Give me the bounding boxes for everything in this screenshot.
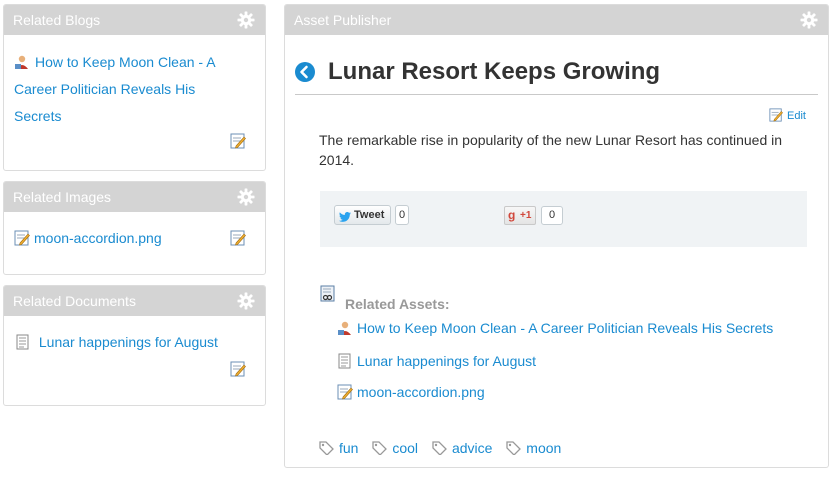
tweet-count: 0 — [395, 205, 409, 225]
tag-icon — [506, 441, 522, 456]
related-blogs-title: Related Blogs — [13, 12, 101, 28]
blog-entry-link[interactable]: How to Keep Moon Clean - A Career Politi… — [14, 54, 215, 124]
gplus-count: 0 — [541, 206, 563, 225]
article-summary: The remarkable rise in popularity of the… — [319, 132, 783, 168]
related-asset-item: Lunar happenings for August — [337, 352, 536, 370]
article-title-bar: Lunar Resort Keeps Growing — [295, 55, 818, 95]
document-entry: Lunar happenings for August — [15, 333, 218, 351]
related-asset-item: moon-accordion.png — [337, 383, 485, 401]
related-documents-header: Related Documents — [4, 286, 265, 316]
tag-item: cool — [372, 439, 418, 457]
tag-link[interactable]: advice — [452, 440, 492, 456]
tag-icon — [319, 441, 334, 456]
related-asset-link[interactable]: How to Keep Moon Clean - A Career Politi… — [357, 320, 773, 336]
related-asset-link[interactable]: Lunar happenings for August — [357, 353, 536, 369]
gear-icon[interactable] — [237, 292, 255, 310]
image-entry: moon-accordion.png — [14, 229, 162, 247]
blog-icon — [337, 320, 353, 336]
gplus-label: +1 — [520, 210, 532, 221]
related-blogs-portlet: Related Blogs How to Keep Moon Clean - A… — [3, 4, 266, 171]
tag-list: fun cool advice moon — [319, 439, 571, 457]
gear-icon[interactable] — [237, 188, 255, 206]
tag-item: moon — [506, 439, 561, 457]
related-images-header: Related Images — [4, 182, 265, 212]
blog-entry: How to Keep Moon Clean - A Career Politi… — [14, 49, 239, 130]
gear-icon[interactable] — [237, 11, 255, 29]
asset-publisher-title: Asset Publisher — [294, 12, 392, 28]
tag-icon — [372, 441, 388, 456]
edit-label: Edit — [787, 110, 806, 122]
tag-link[interactable]: fun — [339, 440, 358, 456]
google-plus-button[interactable]: g +1 — [504, 206, 536, 225]
document-entry-link[interactable]: Lunar happenings for August — [39, 334, 218, 350]
related-asset-item: How to Keep Moon Clean - A Career Politi… — [337, 319, 773, 337]
document-icon — [15, 334, 31, 350]
edit-icon[interactable] — [230, 230, 246, 246]
tag-item: advice — [432, 439, 492, 457]
asset-publisher-portlet: Asset Publisher Lunar Resort Keeps Growi… — [284, 4, 829, 468]
tag-icon — [432, 441, 447, 456]
document-icon — [337, 353, 353, 369]
edit-article-link[interactable]: Edit — [769, 108, 806, 122]
social-bookmarks: Tweet 0 g +1 0 — [320, 191, 807, 247]
related-blogs-header: Related Blogs — [4, 5, 265, 35]
google-g-icon: g — [508, 208, 516, 222]
gear-icon[interactable] — [800, 11, 818, 29]
tag-link[interactable]: moon — [526, 440, 561, 456]
image-edit-icon — [14, 230, 30, 246]
related-images-title: Related Images — [13, 189, 112, 205]
article-title: Lunar Resort Keeps Growing — [328, 58, 661, 85]
edit-icon[interactable] — [230, 133, 246, 149]
twitter-bird-icon — [339, 210, 351, 222]
related-assets-label: Related Assets: — [345, 296, 450, 312]
image-entry-link[interactable]: moon-accordion.png — [34, 230, 162, 246]
image-edit-icon — [337, 384, 353, 400]
related-images-portlet: Related Images moon-accordion.png — [3, 181, 266, 275]
tag-link[interactable]: cool — [392, 440, 418, 456]
related-asset-link[interactable]: moon-accordion.png — [357, 384, 485, 400]
blog-icon — [14, 52, 30, 69]
related-documents-title: Related Documents — [13, 293, 136, 309]
tag-item: fun — [319, 439, 358, 457]
related-documents-portlet: Related Documents Lunar happenings for A… — [3, 285, 266, 406]
back-arrow-icon[interactable] — [295, 62, 315, 82]
edit-icon — [769, 108, 783, 122]
tweet-label: Tweet — [354, 209, 385, 221]
edit-icon[interactable] — [230, 361, 246, 377]
related-assets-icon — [320, 285, 336, 303]
tweet-button[interactable]: Tweet — [334, 205, 391, 225]
asset-publisher-header: Asset Publisher — [285, 5, 828, 35]
